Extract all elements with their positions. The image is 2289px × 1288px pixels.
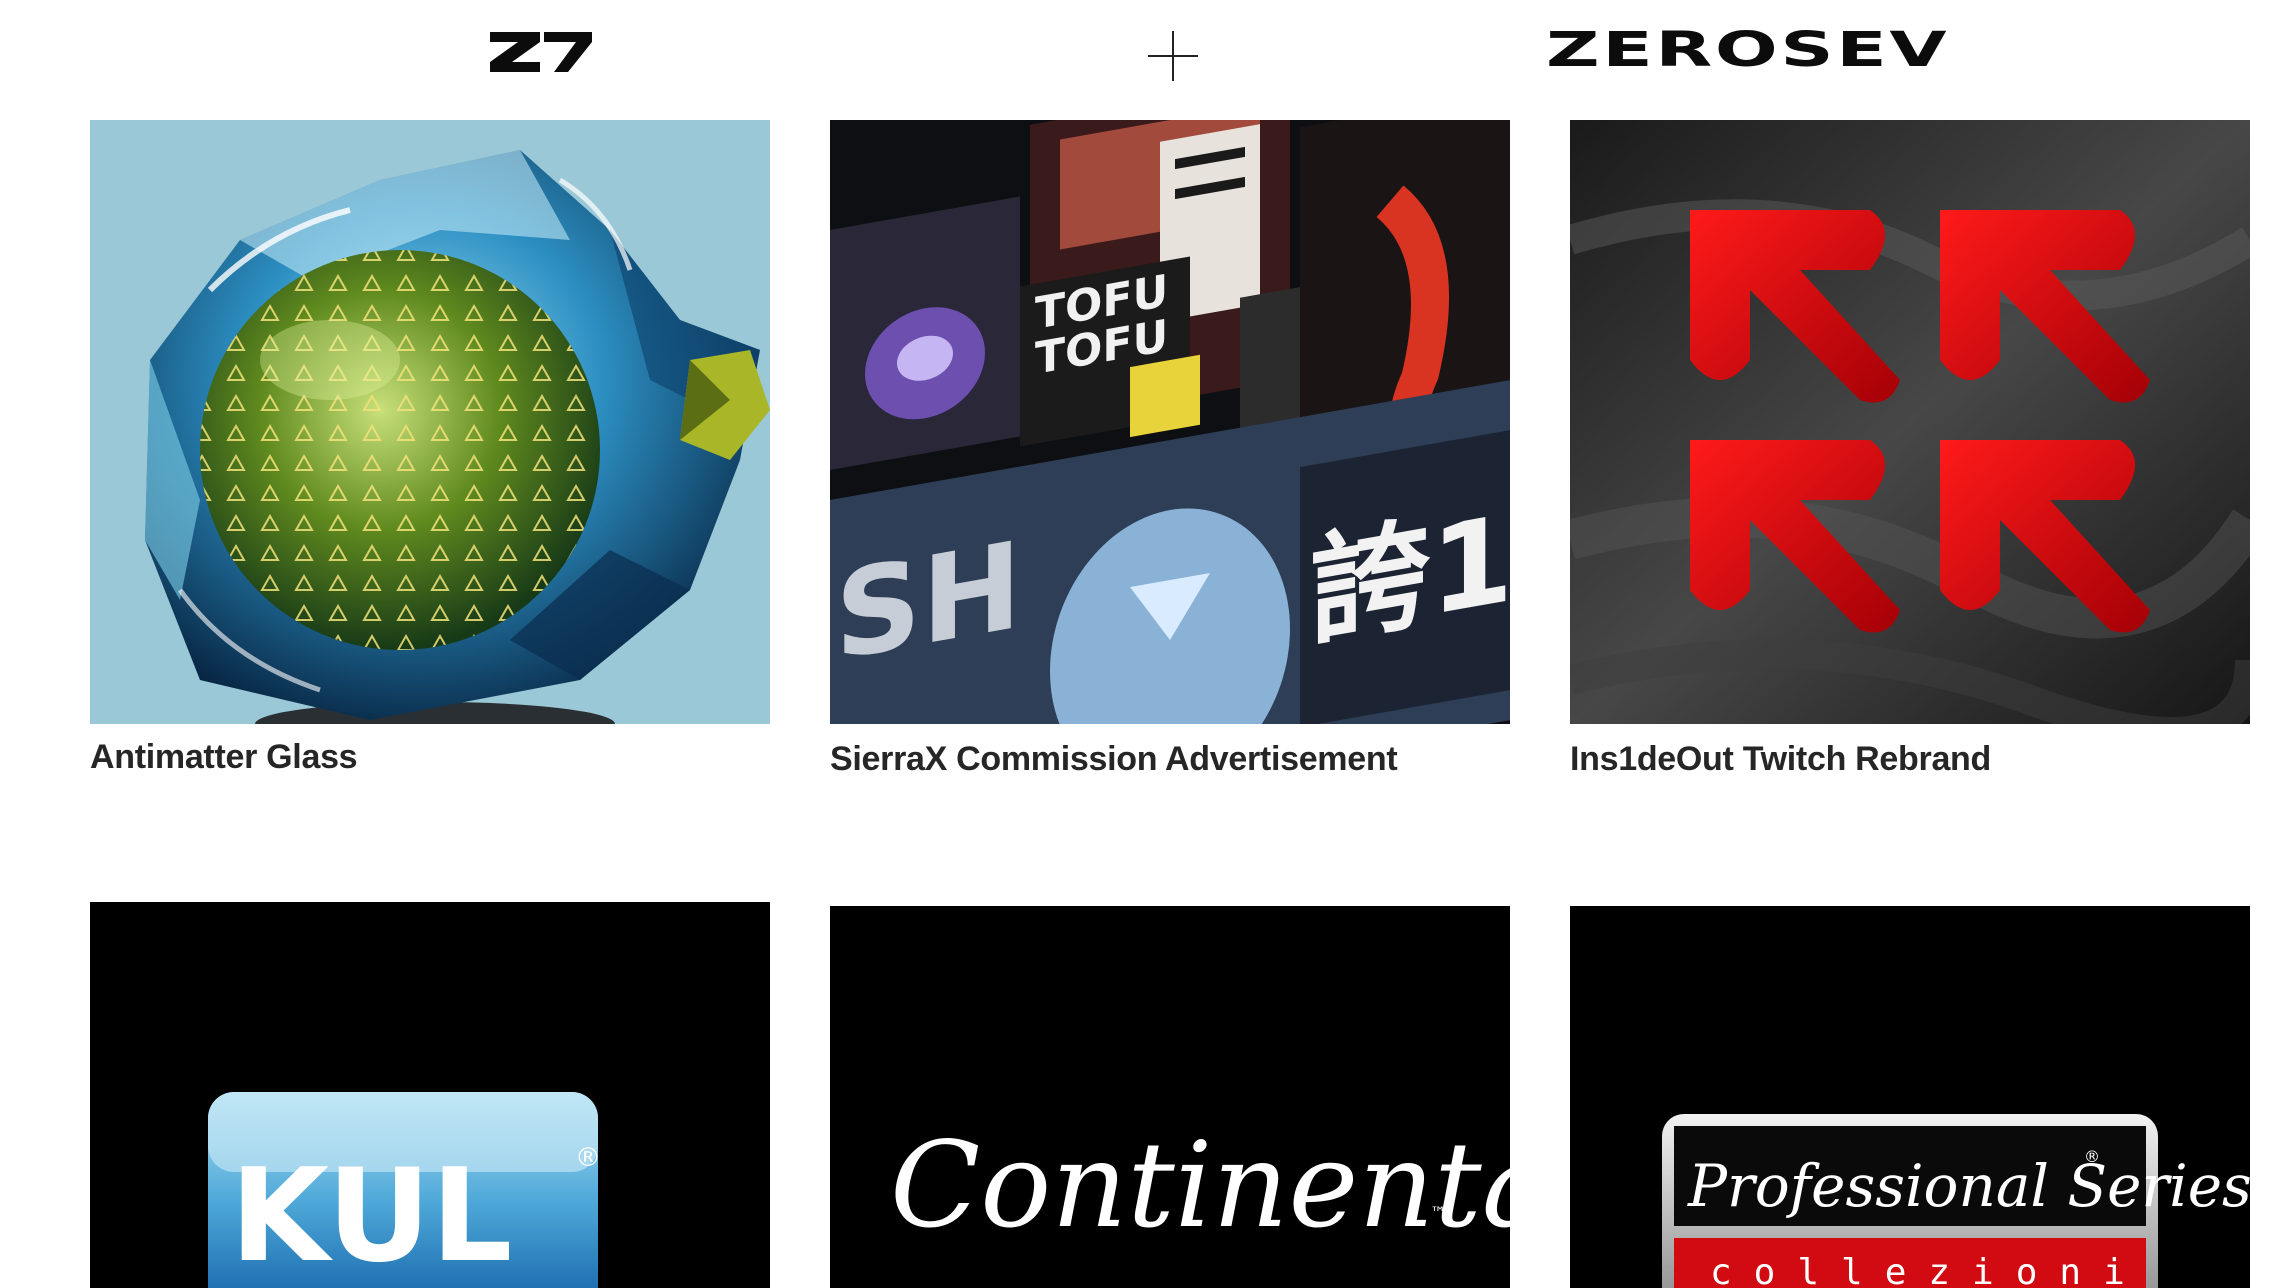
project-card-antimatter-glass[interactable]: Antimatter Glass — [90, 120, 770, 800]
project-thumbnail[interactable]: TOFU TOFU SH 誇1 — [830, 120, 1510, 724]
project-card-kul[interactable]: KUL ® — [90, 902, 770, 1288]
z7-logo[interactable]: Z7 — [488, 28, 593, 74]
project-title[interactable]: Antimatter Glass — [90, 738, 358, 777]
project-card-continental[interactable]: Continental ™ — [830, 906, 1510, 1288]
continental-logo-text: Continental — [890, 1116, 1510, 1254]
project-thumbnail[interactable] — [90, 120, 770, 724]
project-title[interactable]: Ins1deOut Twitch Rebrand — [1570, 740, 1991, 779]
project-title[interactable]: SierraX Commission Advertisement — [830, 740, 1398, 779]
project-card-sierrax-commission[interactable]: TOFU TOFU SH 誇1 SierraX Commission Adver… — [830, 120, 1510, 800]
site-header: Z7 ZEROSEV — [0, 0, 2289, 110]
project-thumbnail[interactable]: Professional Series ® collezioni — [1570, 906, 2250, 1288]
project-thumbnail[interactable] — [1570, 120, 2250, 724]
project-card-professional-series[interactable]: Professional Series ® collezioni — [1570, 906, 2250, 1288]
svg-text:®: ® — [575, 1143, 601, 1173]
svg-text:™: ™ — [1430, 1203, 1446, 1222]
zerosev-logo[interactable]: ZEROSEV — [1546, 22, 1949, 78]
professional-series-text: Professional Series — [1687, 1152, 2250, 1220]
kul-logo-text: KUL — [230, 1142, 512, 1288]
svg-text:®: ® — [2084, 1147, 2100, 1166]
project-thumbnail[interactable]: KUL ® — [90, 902, 770, 1288]
plus-icon — [1148, 31, 1198, 81]
project-card-ins1deout-rebrand[interactable]: Ins1deOut Twitch Rebrand — [1570, 120, 2250, 800]
collezioni-text: collezioni — [1710, 1252, 2147, 1288]
project-thumbnail[interactable]: Continental ™ — [830, 906, 1510, 1288]
